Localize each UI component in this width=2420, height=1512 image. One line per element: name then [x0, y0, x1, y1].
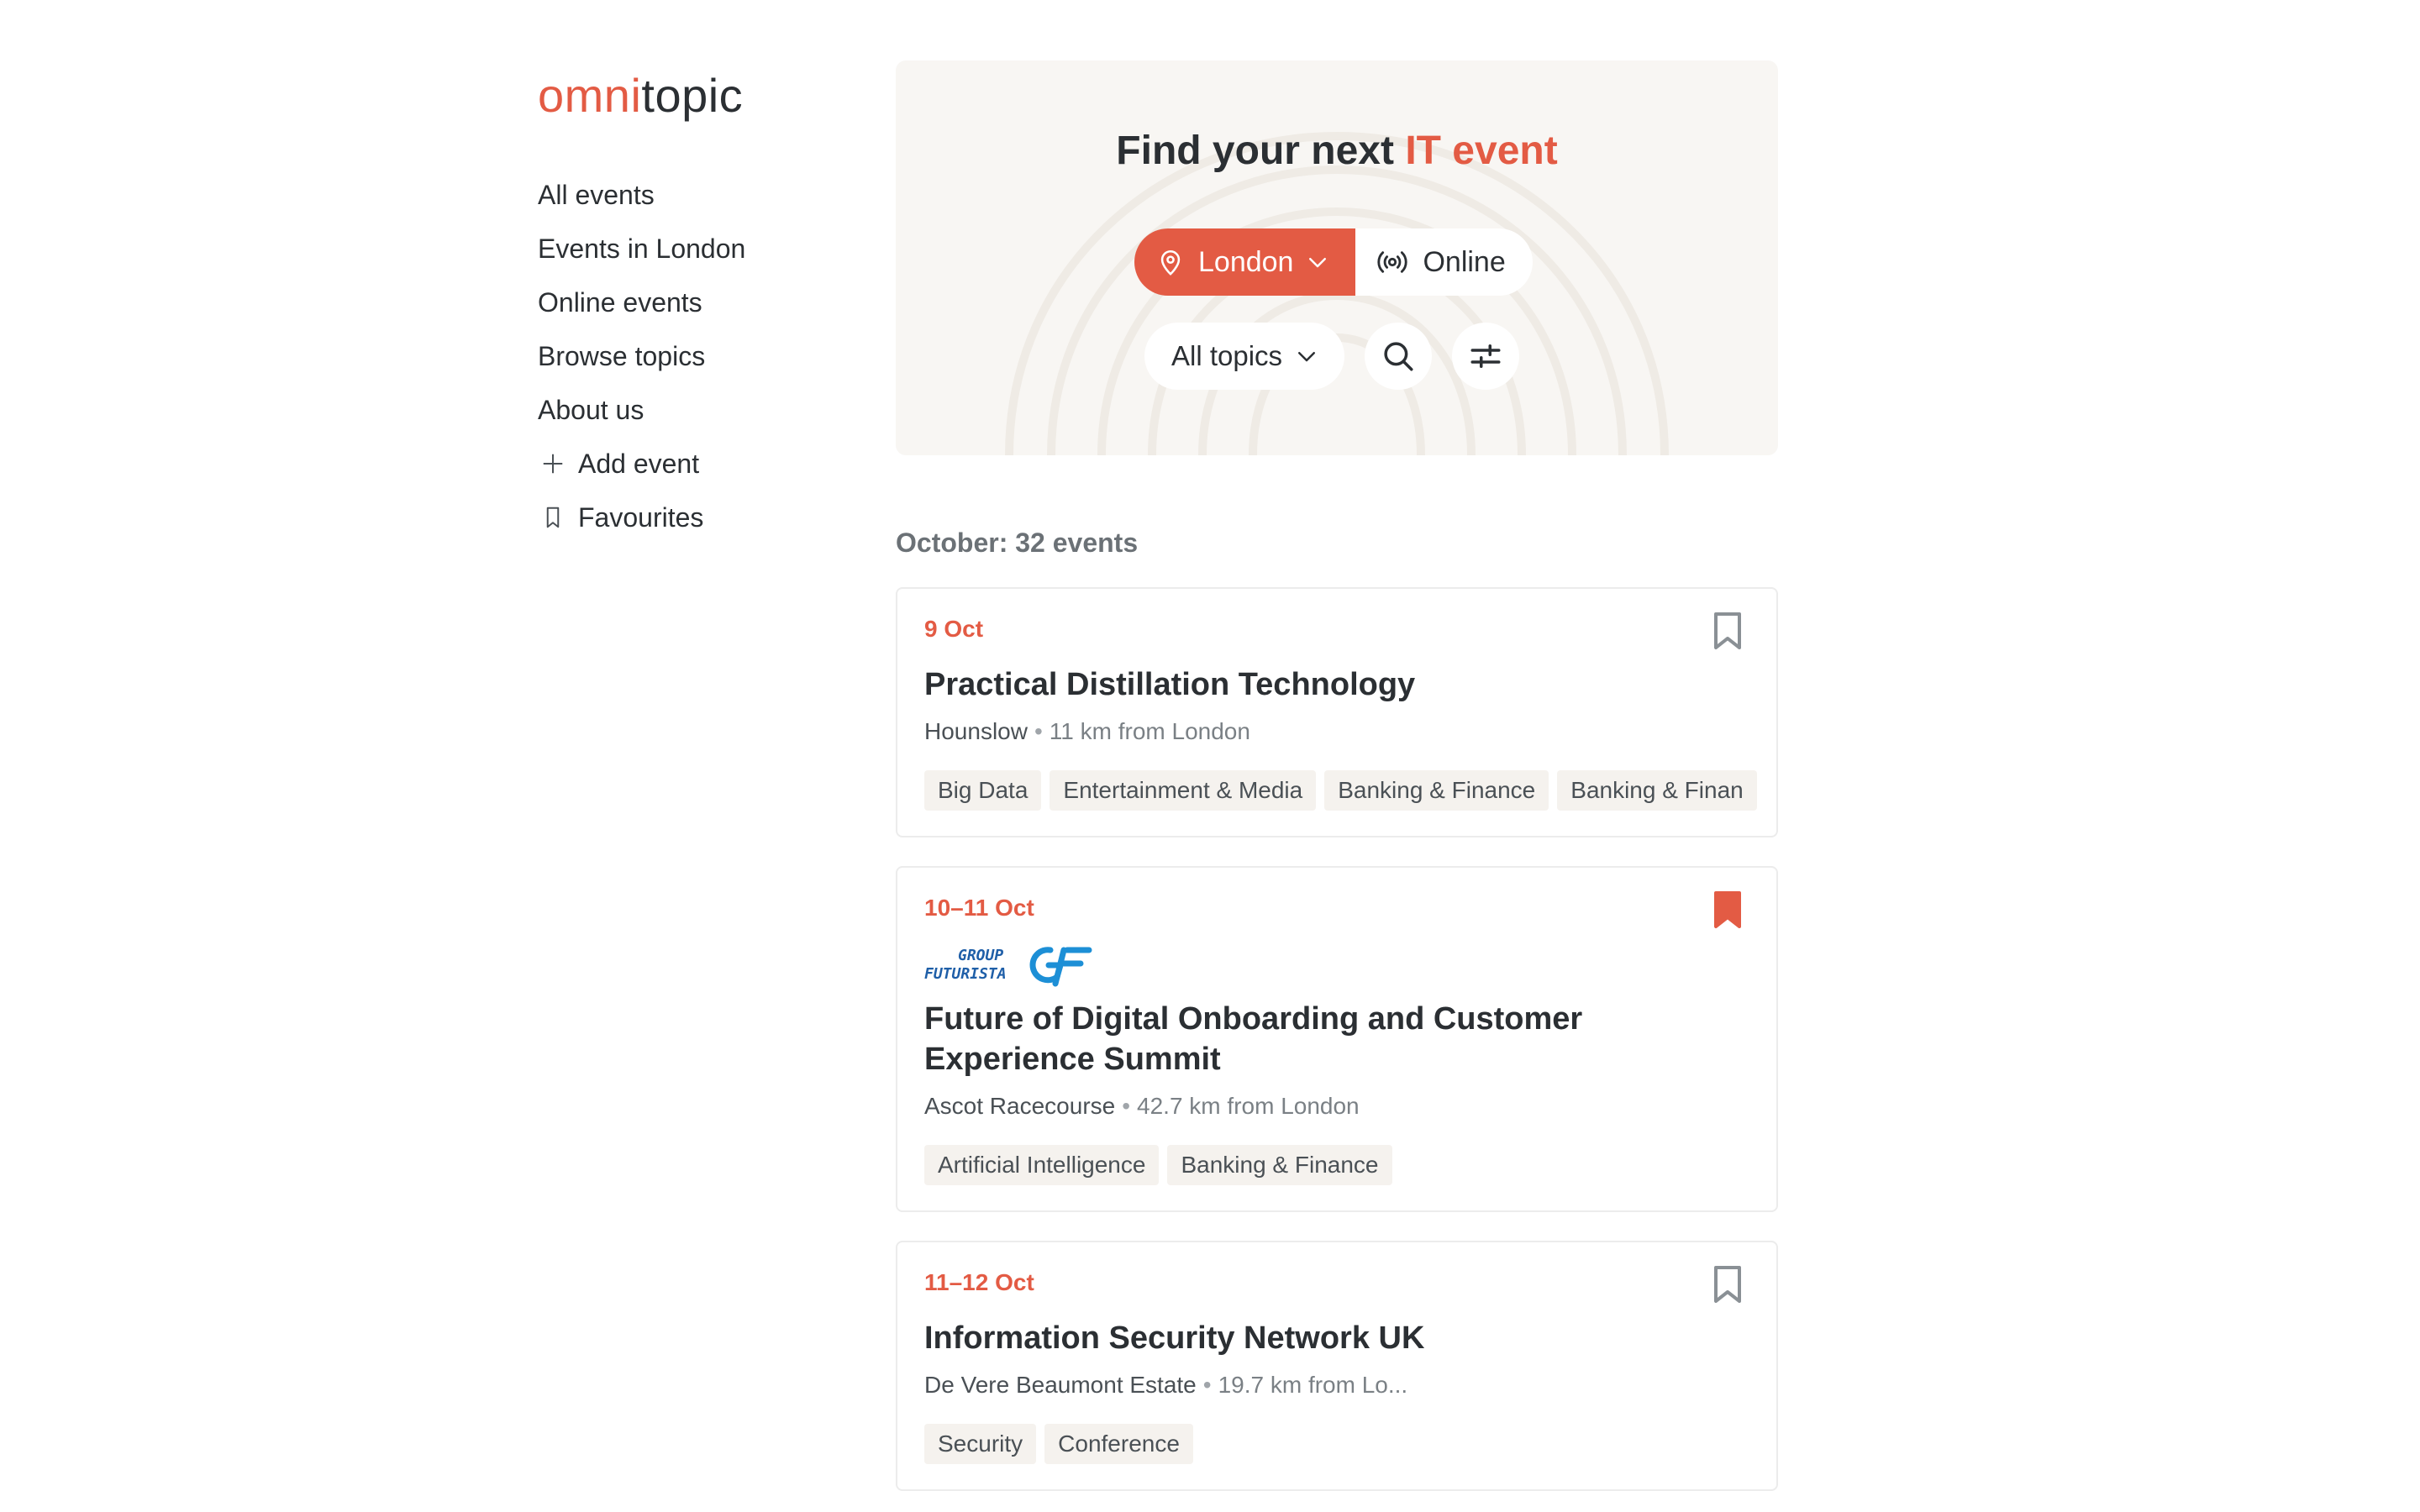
event-location: Hounslow • 11 km from London	[924, 717, 1751, 747]
nav-item-browse-topics[interactable]: Browse topics	[538, 329, 823, 383]
location-toggle: London Online	[1134, 228, 1533, 296]
event-venue: Hounslow	[924, 718, 1028, 744]
event-location: De Vere Beaumont Estate • 19.7 km from Lo.…	[924, 1370, 1751, 1400]
event-card[interactable]: 9 Oct Practical Distillation Technology …	[896, 587, 1778, 837]
chevron-down-icon	[1298, 352, 1316, 362]
nav-item-label: Events in London	[538, 233, 746, 264]
event-date: 10–11 Oct	[924, 895, 1034, 921]
nav-item-favourites[interactable]: Favourites	[538, 491, 823, 544]
nav-item-label: Browse topics	[538, 340, 706, 371]
topic-tag[interactable]: Security	[924, 1424, 1037, 1464]
month-heading: October: 32 events	[896, 528, 1139, 558]
event-tags: Security Conference	[924, 1424, 1751, 1464]
separator-dot: •	[1202, 1372, 1212, 1398]
logo[interactable]: omnitopic	[538, 66, 823, 126]
event-venue: De Vere Beaumont Estate	[924, 1372, 1197, 1398]
svg-text:FUTURISTA: FUTURISTA	[924, 965, 1007, 983]
event-card[interactable]: 11–12 Oct Information Security Network U…	[896, 1241, 1778, 1491]
event-tags: Big Data Entertainment & Media Banking &…	[924, 770, 1757, 811]
sliders-icon	[1470, 344, 1501, 368]
topic-tag[interactable]: Big Data	[924, 770, 1042, 811]
nav-item-label: Online events	[538, 286, 702, 318]
nav-item-add-event[interactable]: Add event	[538, 437, 823, 491]
topic-tag[interactable]: Artificial Intelligence	[924, 1145, 1160, 1185]
hero-title: Find your next IT event	[896, 128, 1778, 174]
event-tags: Artificial Intelligence Banking & Financ…	[924, 1145, 1751, 1185]
topic-tag[interactable]: Entertainment & Media	[1050, 770, 1317, 811]
nav-item-label: Favourites	[578, 501, 704, 533]
main-nav: All events Events in London Online event…	[538, 168, 823, 544]
event-distance: 19.7 km from Lo...	[1218, 1372, 1408, 1398]
logo-part-topic: topic	[641, 69, 744, 122]
event-title[interactable]: Practical Distillation Technology	[924, 664, 1751, 705]
search-icon	[1384, 342, 1413, 371]
nav-item-events-in-london[interactable]: Events in London	[538, 222, 823, 276]
bookmark-outline-icon	[1714, 1266, 1741, 1303]
hero-title-accent: IT event	[1405, 129, 1558, 173]
bookmark-outline-icon	[1714, 612, 1741, 649]
topic-tag[interactable]: Banking & Finan	[1557, 770, 1757, 811]
event-venue: Ascot Racecourse	[924, 1093, 1116, 1119]
event-location: Ascot Racecourse • 42.7 km from London	[924, 1091, 1751, 1121]
event-distance: 11 km from London	[1049, 718, 1250, 744]
nav-item-label: About us	[538, 394, 644, 425]
online-label: Online	[1423, 245, 1506, 278]
topic-tag[interactable]: Conference	[1044, 1424, 1193, 1464]
logo-part-omni: omni	[538, 69, 642, 122]
bookmark-button[interactable]	[1711, 890, 1744, 930]
search-hero: Find your next IT event London Online Al…	[896, 60, 1778, 455]
topics-label: All topics	[1171, 340, 1283, 371]
bookmark-icon	[538, 502, 568, 533]
bookmark-button[interactable]	[1711, 1264, 1744, 1305]
sidebar: omnitopic All events Events in London On…	[538, 66, 823, 544]
topic-tag[interactable]: Banking & Finance	[1324, 770, 1549, 811]
nav-item-all-events[interactable]: All events	[538, 168, 823, 222]
event-date: 9 Oct	[924, 616, 984, 642]
nav-item-label: All events	[538, 179, 655, 210]
event-distance: 42.7 km from London	[1137, 1093, 1360, 1119]
search-button[interactable]	[1365, 323, 1433, 390]
event-card[interactable]: 10–11 Oct GROUP FUTURISTA Future of Digi…	[896, 866, 1778, 1212]
map-pin-icon	[1160, 249, 1181, 276]
nav-item-online-events[interactable]: Online events	[538, 276, 823, 329]
event-date: 11–12 Oct	[924, 1269, 1034, 1295]
nav-item-label: Add event	[578, 448, 700, 479]
separator-dot: •	[1034, 718, 1043, 744]
nav-item-about-us[interactable]: About us	[538, 383, 823, 437]
svg-text:GROUP: GROUP	[958, 947, 1003, 964]
filter-row: All topics	[1144, 323, 1520, 390]
filters-button[interactable]	[1452, 323, 1520, 390]
bookmark-filled-icon	[1714, 891, 1741, 928]
hero-title-prefix: Find your next	[1116, 129, 1406, 173]
broadcast-icon	[1377, 251, 1408, 273]
location-dropdown-button[interactable]: London	[1134, 228, 1356, 296]
main-content: Find your next IT event London Online Al…	[896, 60, 1778, 1512]
topic-tag[interactable]: Banking & Finance	[1167, 1145, 1392, 1185]
separator-dot: •	[1122, 1093, 1131, 1119]
location-label: London	[1198, 245, 1294, 278]
event-title[interactable]: Future of Digital Onboarding and Custome…	[924, 999, 1751, 1079]
bookmark-button[interactable]	[1711, 611, 1744, 651]
topics-dropdown-button[interactable]: All topics	[1144, 323, 1345, 390]
page: omnitopic All events Events in London On…	[0, 0, 2420, 1512]
online-toggle-button[interactable]: Online	[1355, 228, 1533, 296]
organizer-logo: GROUP FUTURISTA	[924, 940, 1092, 987]
event-title[interactable]: Information Security Network UK	[924, 1318, 1751, 1358]
plus-icon	[538, 449, 568, 479]
chevron-down-icon	[1309, 258, 1327, 268]
